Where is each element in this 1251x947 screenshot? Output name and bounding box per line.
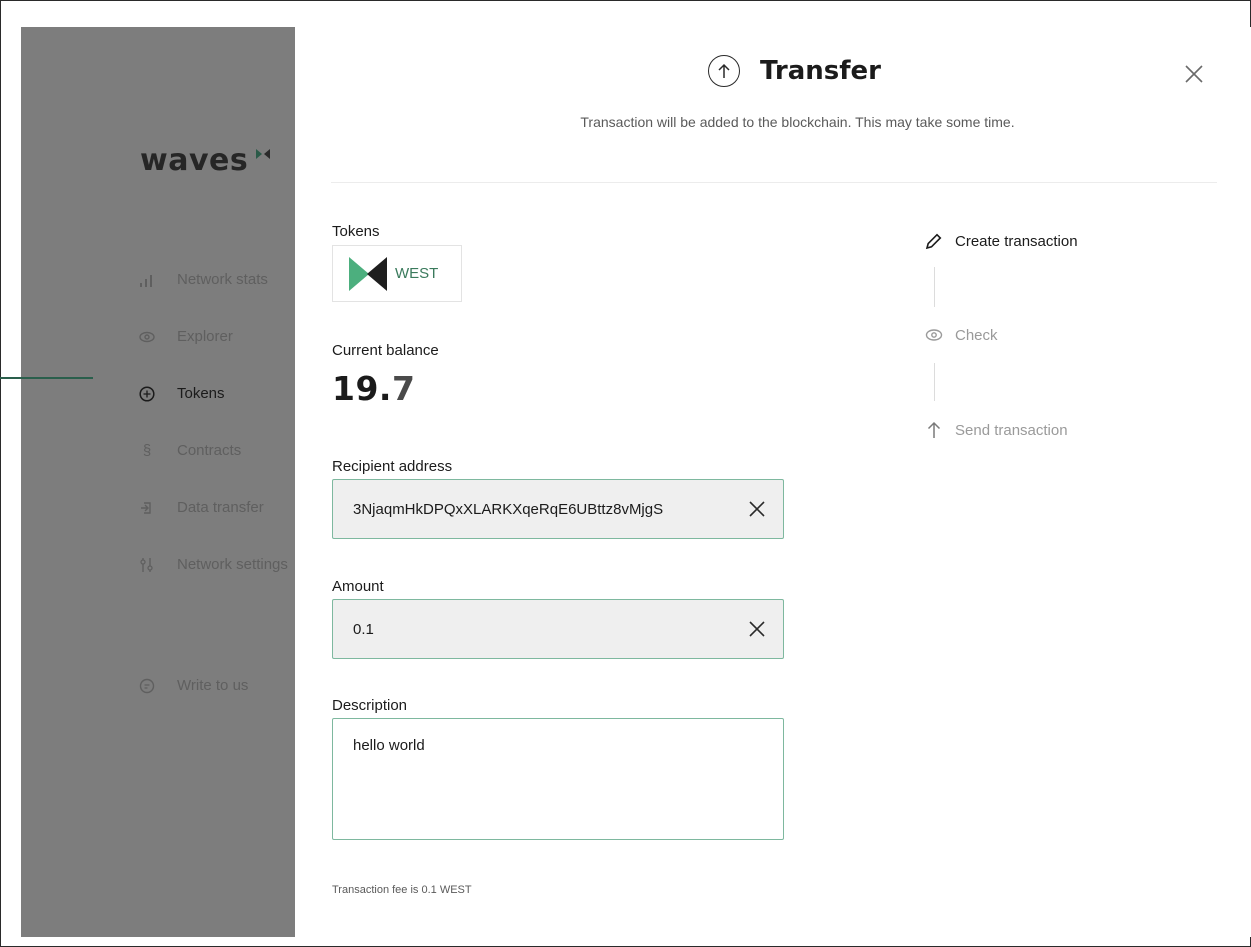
clear-amount-button[interactable] (747, 619, 767, 639)
eye-icon (139, 329, 155, 345)
close-modal-button[interactable] (1182, 62, 1206, 86)
sidebar-item-explorer[interactable]: Explorer (139, 308, 288, 365)
sidebar-item-network-settings[interactable]: Network settings (139, 536, 288, 593)
eye-icon (925, 326, 943, 344)
step-connector (934, 267, 935, 307)
step-create-transaction: Create transaction (925, 232, 1078, 250)
step-label: Check (955, 326, 998, 344)
sidebar-item-label: Contracts (177, 442, 242, 459)
arrow-up-icon (925, 421, 943, 439)
sidebar-item-network-stats[interactable]: Network stats (139, 251, 288, 308)
amount-value[interactable]: 0.1 (353, 621, 747, 638)
step-label: Send transaction (955, 421, 1068, 439)
active-nav-indicator (0, 377, 93, 379)
sidebar-item-tokens[interactable]: Tokens (139, 365, 288, 422)
recipient-address-field[interactable]: 3NjaqmHkDPQxXLARKXqeRqE6UBttz8vMjgS (332, 479, 784, 539)
sidebar-item-label: Network settings (177, 556, 288, 573)
sliders-icon (139, 557, 155, 573)
clear-recipient-button[interactable] (747, 499, 767, 519)
balance-label: Current balance (332, 342, 439, 359)
step-check: Check (925, 326, 998, 344)
chat-icon (139, 678, 155, 694)
write-to-us-label: Write to us (177, 677, 249, 694)
data-transfer-icon (139, 500, 155, 516)
description-textarea[interactable]: hello world (332, 718, 784, 840)
bar-chart-icon (139, 272, 155, 288)
sidebar-item-label: Network stats (177, 271, 268, 288)
sidebar-nav: Network stats Explorer Tokens § Contract… (139, 251, 288, 593)
close-icon (749, 621, 765, 637)
sidebar-item-label: Explorer (177, 328, 233, 345)
sidebar-item-label: Data transfer (177, 499, 264, 516)
coin-icon (139, 385, 155, 402)
sidebar-item-data-transfer[interactable]: Data transfer (139, 479, 288, 536)
modal-title: Transfer (760, 56, 881, 86)
amount-label: Amount (332, 578, 384, 595)
logo-text: waves (140, 143, 249, 178)
balance-decimal: 7 (391, 369, 416, 408)
section-icon: § (142, 442, 152, 459)
transaction-fee-text: Transaction fee is 0.1 WEST (332, 884, 472, 896)
step-send-transaction: Send transaction (925, 421, 1068, 439)
modal-header: Transfer (708, 55, 881, 87)
header-divider (331, 182, 1217, 183)
sidebar-item-label: Tokens (177, 385, 225, 402)
write-to-us-link[interactable]: Write to us (139, 657, 248, 714)
step-connector (934, 363, 935, 401)
recipient-label: Recipient address (332, 458, 453, 475)
current-balance: 19.7 (332, 369, 415, 408)
sidebar-item-contracts[interactable]: § Contracts (139, 422, 288, 479)
logo-mark-icon (256, 149, 271, 159)
amount-field[interactable]: 0.1 (332, 599, 784, 659)
close-icon (1185, 65, 1203, 83)
transfer-modal: Transfer Transaction will be added to th… (295, 27, 1251, 937)
token-name: WEST (395, 265, 439, 282)
description-label: Description (332, 697, 408, 714)
west-token-icon (349, 255, 387, 293)
recipient-address-value[interactable]: 3NjaqmHkDPQxXLARKXqeRqE6UBttz8vMjgS (353, 501, 747, 518)
arrow-up-circle-icon (708, 55, 740, 87)
sidebar: waves Network stats Explorer Tokens § Co… (21, 27, 295, 937)
waves-logo: waves (140, 143, 271, 178)
balance-integer: 19. (332, 369, 392, 408)
pencil-icon (925, 232, 943, 250)
tokens-label: Tokens (332, 223, 380, 240)
close-icon (749, 501, 765, 517)
token-selector[interactable]: WEST (332, 245, 462, 302)
step-label: Create transaction (955, 232, 1078, 250)
modal-subtitle: Transaction will be added to the blockch… (580, 114, 1015, 130)
